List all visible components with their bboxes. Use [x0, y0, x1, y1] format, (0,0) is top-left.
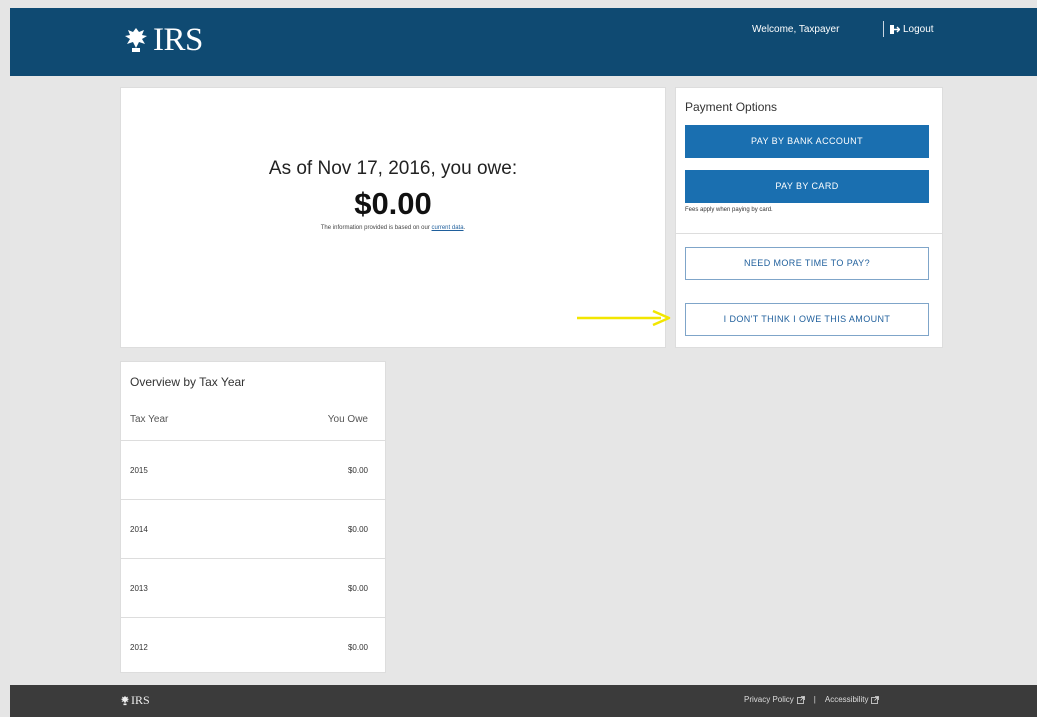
- welcome-text: Welcome, Taxpayer: [752, 24, 840, 35]
- eagle-logo-icon: [125, 28, 147, 52]
- tax-year-rows: 2015 $0.00 2014 $0.00 2013 $0.00 2012 $0…: [121, 440, 385, 676]
- row-amount: $0.00: [347, 584, 368, 593]
- row-amount: $0.00: [347, 525, 368, 534]
- footer-separator: |: [813, 695, 816, 704]
- balance-amount: $0.00: [354, 186, 432, 221]
- payment-options-title: Payment Options: [685, 100, 778, 114]
- balance-note: The information provided is based on our…: [121, 225, 665, 231]
- balance-title: As of Nov 17, 2016, you owe:: [268, 158, 518, 179]
- balance-note-suffix: .: [463, 225, 466, 231]
- row-amount: $0.00: [347, 466, 368, 475]
- need-more-time-button[interactable]: NEED MORE TIME TO PAY?: [685, 247, 929, 280]
- logout-label: Logout: [903, 24, 934, 35]
- logo-text: IRS: [153, 22, 203, 58]
- page: IRS Welcome, Taxpayer Logout As of Nov 1…: [10, 8, 1037, 717]
- balance-note-prefix: The information provided is based on our: [320, 225, 430, 231]
- footer-irs-logo[interactable]: IRS: [120, 693, 150, 708]
- logout-icon: [890, 25, 900, 34]
- row-year: 2013: [130, 584, 148, 593]
- pay-by-card-button[interactable]: PAY BY CARD: [685, 170, 929, 203]
- top-header: IRS Welcome, Taxpayer Logout: [10, 8, 1037, 76]
- overview-by-tax-year-card: Overview by Tax Year Tax Year You Owe 20…: [120, 361, 386, 673]
- row-year: 2014: [130, 525, 148, 534]
- table-row: 2015 $0.00: [121, 440, 385, 499]
- pay-by-bank-button[interactable]: PAY BY BANK ACCOUNT: [685, 125, 929, 158]
- footer-links: Privacy Policy | Accessibility: [744, 695, 880, 704]
- page-footer: IRS Privacy Policy | Accessibility: [10, 685, 1037, 717]
- current-data-link[interactable]: current data: [432, 225, 464, 231]
- irs-logo[interactable]: IRS: [123, 22, 203, 58]
- footer-logo-text: IRS: [131, 693, 150, 707]
- row-year: 2015: [130, 466, 148, 475]
- accessibility-link[interactable]: Accessibility: [825, 695, 869, 704]
- overview-title: Overview by Tax Year: [130, 375, 246, 389]
- table-row: 2014 $0.00: [121, 499, 385, 558]
- eagle-logo-icon: [120, 695, 130, 706]
- column-header-tax-year: Tax Year: [130, 414, 169, 425]
- row-amount: $0.00: [347, 643, 368, 652]
- external-link-icon: [796, 695, 805, 704]
- row-year: 2012: [130, 643, 148, 652]
- payment-divider: [676, 233, 942, 234]
- fees-note: Fees apply when paying by card.: [685, 207, 773, 213]
- dispute-amount-button[interactable]: I DON'T THINK I OWE THIS AMOUNT: [685, 303, 929, 336]
- table-row: 2013 $0.00: [121, 558, 385, 617]
- payment-options-card: Payment Options PAY BY BANK ACCOUNT PAY …: [675, 87, 943, 348]
- table-row: 2012 $0.00: [121, 617, 385, 676]
- external-link-icon: [871, 695, 880, 704]
- header-divider: [883, 21, 884, 37]
- arrow-annotation-icon: [577, 309, 671, 327]
- privacy-policy-link[interactable]: Privacy Policy: [744, 695, 794, 704]
- logout-link[interactable]: Logout: [890, 24, 934, 35]
- column-header-you-owe: You Owe: [327, 414, 368, 425]
